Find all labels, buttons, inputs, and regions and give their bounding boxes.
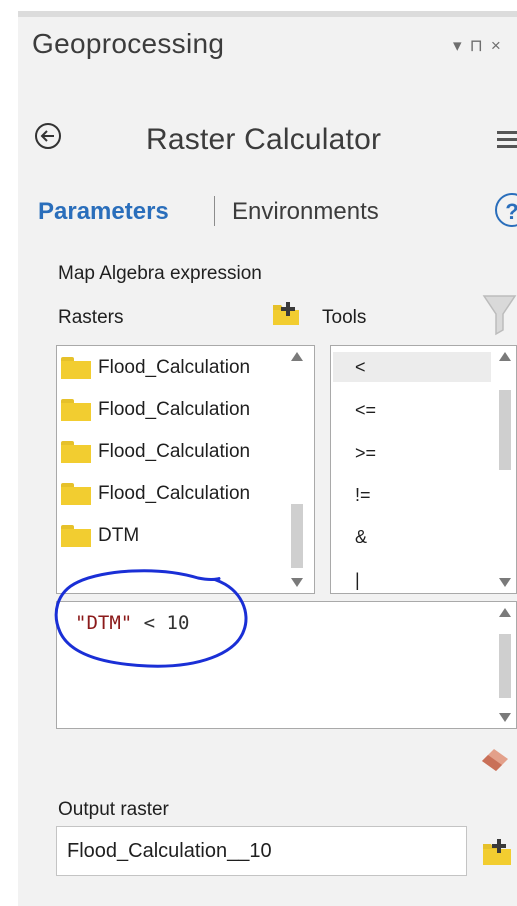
filter-icon[interactable] <box>482 294 517 336</box>
tools-list[interactable]: < <= >= != & | <box>330 345 517 594</box>
raster-item-label: Flood_Calculation <box>98 399 251 420</box>
close-icon[interactable]: × <box>491 36 501 55</box>
raster-item-label: DTM <box>98 525 140 546</box>
scroll-up-arrow-icon[interactable] <box>291 352 303 361</box>
tools-label: Tools <box>322 307 367 328</box>
folder-icon <box>61 441 91 463</box>
folder-icon <box>61 357 91 379</box>
folder-icon <box>61 399 91 421</box>
tool-item[interactable]: < <box>333 352 491 382</box>
scroll-down-arrow-icon[interactable] <box>291 578 303 587</box>
pane-options-icon[interactable]: ▾ <box>453 36 462 55</box>
raster-item[interactable]: Flood_Calculation <box>61 398 278 422</box>
rasters-scrollbar[interactable] <box>286 346 308 593</box>
add-output-icon[interactable] <box>481 838 515 866</box>
output-raster-input[interactable]: Flood_Calculation__10 <box>56 826 467 876</box>
tool-item[interactable]: | <box>333 565 491 593</box>
tools-scrollbar[interactable] <box>494 346 516 593</box>
tool-item[interactable]: != <box>333 480 491 510</box>
tab-environments[interactable]: Environments <box>232 198 379 226</box>
pane-controls: ▾ ⊓ × <box>453 36 509 56</box>
rasters-label: Rasters <box>58 307 124 328</box>
pane-top-border <box>18 11 517 17</box>
eraser-icon[interactable] <box>478 745 512 773</box>
back-arrow-icon[interactable] <box>33 121 63 151</box>
scroll-up-arrow-icon[interactable] <box>499 352 511 361</box>
scroll-down-arrow-icon[interactable] <box>499 713 511 722</box>
add-raster-icon[interactable] <box>271 301 301 327</box>
pin-icon[interactable]: ⊓ <box>470 36 483 55</box>
folder-icon <box>61 525 91 547</box>
scroll-up-arrow-icon[interactable] <box>499 608 511 617</box>
scroll-thumb[interactable] <box>291 504 303 568</box>
tab-divider <box>214 196 215 226</box>
rasters-list[interactable]: Flood_Calculation Flood_Calculation Floo… <box>56 345 315 594</box>
output-raster-label: Output raster <box>58 799 169 820</box>
raster-item[interactable]: Flood_Calculation <box>61 440 278 464</box>
scroll-thumb[interactable] <box>499 390 511 470</box>
raster-item[interactable]: Flood_Calculation <box>61 356 278 380</box>
annotation-circle <box>54 569 248 668</box>
scroll-down-arrow-icon[interactable] <box>499 578 511 587</box>
tool-item[interactable]: & <box>333 522 491 552</box>
raster-item[interactable]: Flood_Calculation <box>61 482 278 506</box>
scroll-thumb[interactable] <box>499 634 511 698</box>
tool-title: Raster Calculator <box>146 123 382 156</box>
raster-item-label: Flood_Calculation <box>98 357 251 378</box>
pane-title: Geoprocessing <box>32 28 225 59</box>
tab-parameters[interactable]: Parameters <box>38 198 169 226</box>
tool-item[interactable]: <= <box>333 395 491 425</box>
menu-icon[interactable] <box>497 131 517 149</box>
raster-item-label: Flood_Calculation <box>98 441 251 462</box>
raster-item-label: Flood_Calculation <box>98 483 251 504</box>
expression-label: Map Algebra expression <box>58 263 262 284</box>
expression-scrollbar[interactable] <box>494 602 516 728</box>
folder-icon <box>61 483 91 505</box>
left-margin <box>0 0 18 906</box>
tool-item[interactable]: >= <box>333 438 491 468</box>
raster-item[interactable]: DTM <box>61 524 278 548</box>
